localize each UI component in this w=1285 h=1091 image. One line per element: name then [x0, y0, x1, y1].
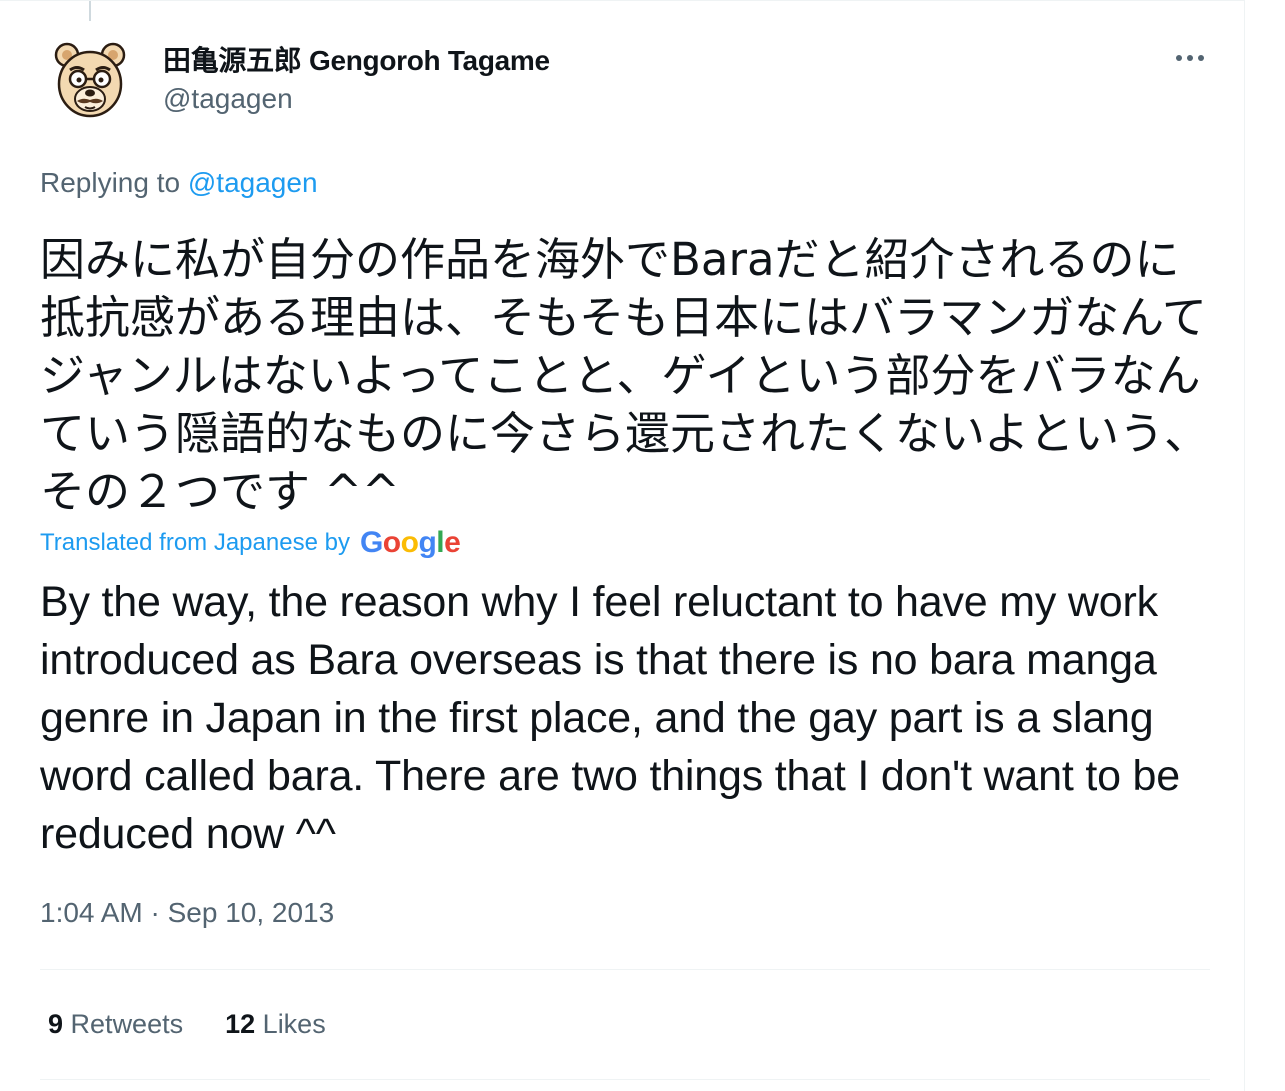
tweet-translated-text: By the way, the reason why I feel reluct…	[40, 578, 1180, 858]
likes-label: Likes	[262, 1009, 326, 1039]
replying-to-mention-link[interactable]: @tagagen	[188, 167, 318, 198]
translation-label: Translated from Japanese by	[40, 529, 350, 556]
more-horizontal-icon-dot	[1187, 55, 1193, 61]
tweet-detail: 田亀源五郎 Gengoroh Tagame @tagagen Replying …	[0, 0, 1245, 1091]
retweets-count: 9	[48, 1009, 64, 1039]
more-horizontal-icon-dot	[1198, 55, 1204, 61]
author-handle[interactable]: @tagagen	[163, 83, 293, 115]
tweet-timestamp[interactable]: 1:04 AM · Sep 10, 2013	[40, 897, 334, 929]
avatar[interactable]	[53, 39, 127, 121]
thread-connector-line	[89, 1, 91, 21]
more-horizontal-icon	[1176, 55, 1182, 61]
replying-to-prefix: Replying to	[40, 167, 181, 198]
retweets-label: Retweets	[70, 1009, 184, 1039]
divider	[40, 1079, 1210, 1080]
author-display-name[interactable]: 田亀源五郎 Gengoroh Tagame	[163, 39, 550, 79]
replying-to-line: Replying to @tagagen	[40, 167, 318, 199]
engagement-stats: 9 Retweets 12 Likes	[48, 1009, 326, 1040]
tweet-original-text: 因みに私が自分の作品を海外でBaraだと紹介されるのに抵抗感がある理由は、そもそ…	[40, 233, 1210, 518]
google-logo: Google	[359, 526, 461, 559]
more-options-button[interactable]	[1166, 43, 1214, 73]
divider	[40, 969, 1210, 970]
bear-avatar-icon	[54, 42, 126, 118]
likes-stat[interactable]: 12 Likes	[225, 1009, 326, 1040]
retweets-stat[interactable]: 9 Retweets	[48, 1009, 183, 1040]
likes-count: 12	[225, 1009, 256, 1039]
translation-attribution[interactable]: Translated from Japanese by Google	[40, 526, 461, 560]
